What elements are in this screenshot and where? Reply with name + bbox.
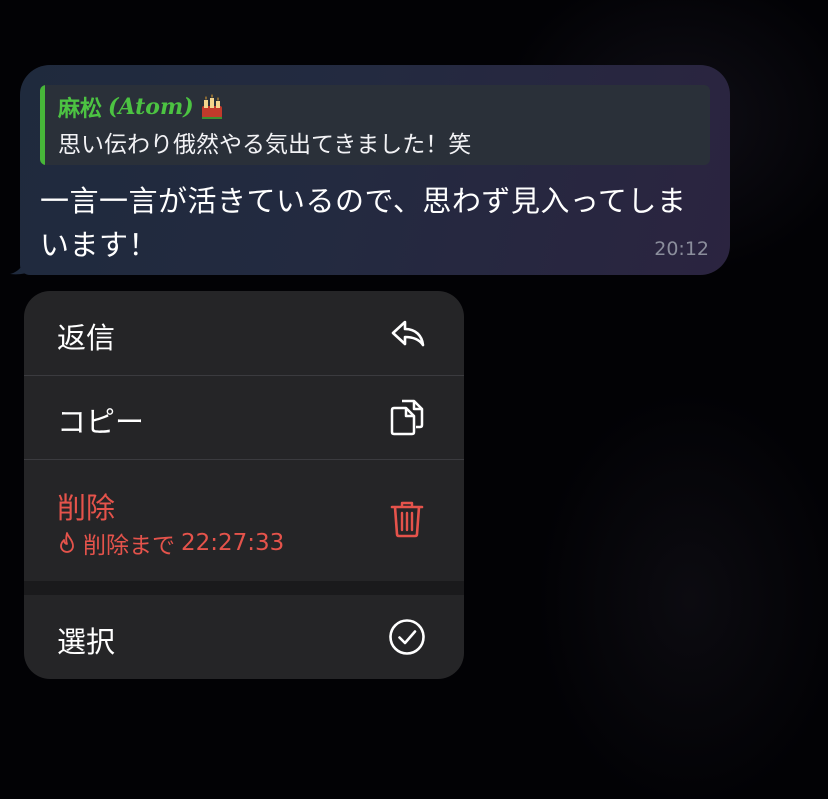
reply-author: 麻松 (Atom) bbox=[58, 91, 224, 123]
message-bubble[interactable]: 麻松 (Atom) 思い伝わり俄然やる気出てきました！笑 一言一言が活きているの… bbox=[20, 65, 730, 275]
menu-item-select-label: 選択 bbox=[57, 625, 116, 659]
candles-emoji-icon bbox=[201, 94, 222, 119]
delete-countdown-time: 22:27:33 bbox=[181, 530, 285, 556]
reply-author-name: 麻松 bbox=[58, 96, 103, 122]
menu-item-select[interactable]: 選択 bbox=[24, 595, 464, 679]
reply-accent-bar bbox=[40, 85, 45, 165]
reply-text: 思い伝わり俄然やる気出てきました！笑 bbox=[58, 132, 472, 158]
menu-item-delete-label: 削除 bbox=[57, 491, 116, 525]
menu-item-copy[interactable]: コピー bbox=[24, 376, 464, 459]
menu-item-reply[interactable]: 返信 bbox=[24, 291, 464, 375]
trash-icon bbox=[390, 501, 424, 538]
message-text: 一言一言が活きているので、思わず見入ってしまいます！ bbox=[40, 184, 687, 262]
copy-icon bbox=[390, 399, 424, 436]
message-timestamp: 20:12 bbox=[654, 238, 709, 260]
context-menu: 返信 コピー 削除 削除まで 22:27:33 選択 bbox=[24, 291, 464, 679]
menu-item-delete[interactable]: 削除 削除まで 22:27:33 bbox=[24, 460, 464, 581]
check-circle-icon bbox=[389, 619, 425, 655]
menu-group-separator bbox=[24, 581, 464, 595]
flame-icon bbox=[60, 532, 74, 553]
reply-author-tag: (Atom) bbox=[108, 94, 194, 120]
delete-countdown: 削除まで 22:27:33 bbox=[57, 526, 284, 560]
reply-quote[interactable]: 麻松 (Atom) 思い伝わり俄然やる気出てきました！笑 bbox=[40, 85, 710, 165]
menu-item-reply-label: 返信 bbox=[57, 321, 116, 355]
menu-item-copy-label: コピー bbox=[57, 405, 145, 439]
delete-countdown-label: 削除まで bbox=[83, 533, 175, 559]
reply-arrow-icon bbox=[391, 320, 425, 347]
